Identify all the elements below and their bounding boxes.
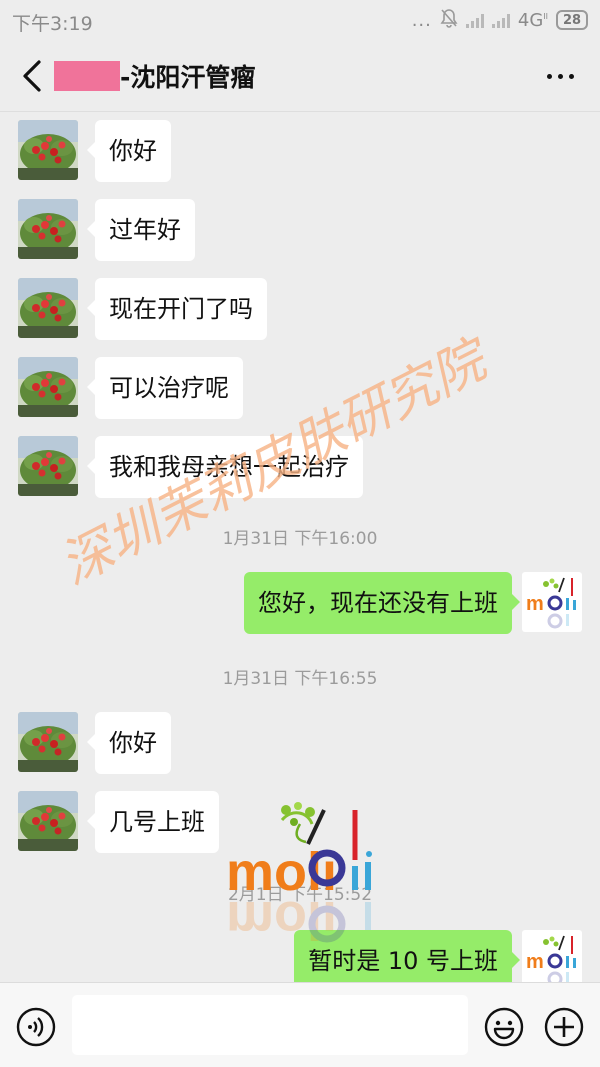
- battery-level: 28: [556, 10, 588, 30]
- contact-avatar[interactable]: [18, 791, 78, 851]
- emoji-icon: [484, 1007, 524, 1047]
- signal-2-icon: [491, 12, 510, 28]
- message-bubble[interactable]: 你好: [87, 120, 171, 182]
- my-avatar[interactable]: m: [522, 572, 582, 632]
- input-bar: [0, 982, 600, 1067]
- contact-avatar[interactable]: [18, 712, 78, 772]
- message-bubble[interactable]: 几号上班: [87, 791, 219, 853]
- plus-button[interactable]: [544, 1007, 584, 1047]
- incoming-message: 你好: [0, 708, 600, 778]
- voice-button[interactable]: [16, 1007, 56, 1047]
- message-bubble[interactable]: 暂时是 10 号上班: [294, 930, 520, 982]
- voice-icon: [16, 1007, 56, 1047]
- incoming-message: 过年好: [0, 195, 600, 265]
- network-type: 4GII: [517, 9, 548, 31]
- outgoing-message: m 您好，现在还没有上班: [0, 568, 600, 638]
- status-bar: 下午3:19 ... 4GII 28: [0, 0, 600, 40]
- incoming-message: 可以治疗呢: [0, 353, 600, 423]
- message-bubble[interactable]: 您好，现在还没有上班: [244, 572, 520, 634]
- signal-1-icon: [465, 12, 484, 28]
- message-timestamp: 1月31日 下午16:55: [222, 669, 378, 689]
- emoji-button[interactable]: [484, 1007, 524, 1047]
- message-timestamp: 1月31日 下午16:00: [222, 529, 378, 549]
- mute-bell-icon: [440, 8, 458, 33]
- contact-avatar[interactable]: [18, 199, 78, 259]
- incoming-message: 你好: [0, 116, 600, 186]
- my-avatar[interactable]: m: [522, 930, 582, 982]
- chat-messages[interactable]: 你好 过年好 现在开门了吗 可以治疗呢 我和我母亲想一起治疗 1月31日 下午16:00 m…: [0, 112, 600, 982]
- message-bubble[interactable]: 过年好: [87, 199, 195, 261]
- status-dots: ...: [411, 9, 432, 31]
- chat-title: -沈阳汗管瘤: [120, 63, 256, 92]
- svg-text:m: m: [526, 593, 544, 615]
- message-bubble[interactable]: 现在开门了吗: [87, 278, 267, 340]
- incoming-message: 我和我母亲想一起治疗: [0, 432, 600, 502]
- message-bubble[interactable]: 可以治疗呢: [87, 357, 243, 419]
- contact-avatar[interactable]: [18, 436, 78, 496]
- message-bubble[interactable]: 你好: [87, 712, 171, 774]
- svg-text:m: m: [526, 951, 544, 973]
- more-dots-icon: [546, 73, 552, 79]
- incoming-message: 现在开门了吗: [0, 274, 600, 344]
- plus-icon: [544, 1007, 584, 1047]
- outgoing-message: m 暂时是 10 号上班: [0, 926, 600, 982]
- redacted-name: [54, 61, 120, 91]
- contact-avatar[interactable]: [18, 278, 78, 338]
- back-button[interactable]: [14, 54, 50, 98]
- more-button[interactable]: [542, 62, 578, 90]
- message-bubble[interactable]: 我和我母亲想一起治疗: [87, 436, 363, 498]
- chat-header: -沈阳汗管瘤: [0, 40, 600, 112]
- message-timestamp: 2月1日 下午15:52: [227, 885, 373, 905]
- message-input[interactable]: [72, 995, 468, 1055]
- incoming-message: 几号上班: [0, 787, 600, 857]
- status-time: 下午3:19: [12, 13, 93, 35]
- contact-avatar[interactable]: [18, 120, 78, 180]
- contact-avatar[interactable]: [18, 357, 78, 417]
- status-icons: ... 4GII 28: [412, 8, 588, 32]
- chevron-left-icon: [23, 60, 41, 92]
